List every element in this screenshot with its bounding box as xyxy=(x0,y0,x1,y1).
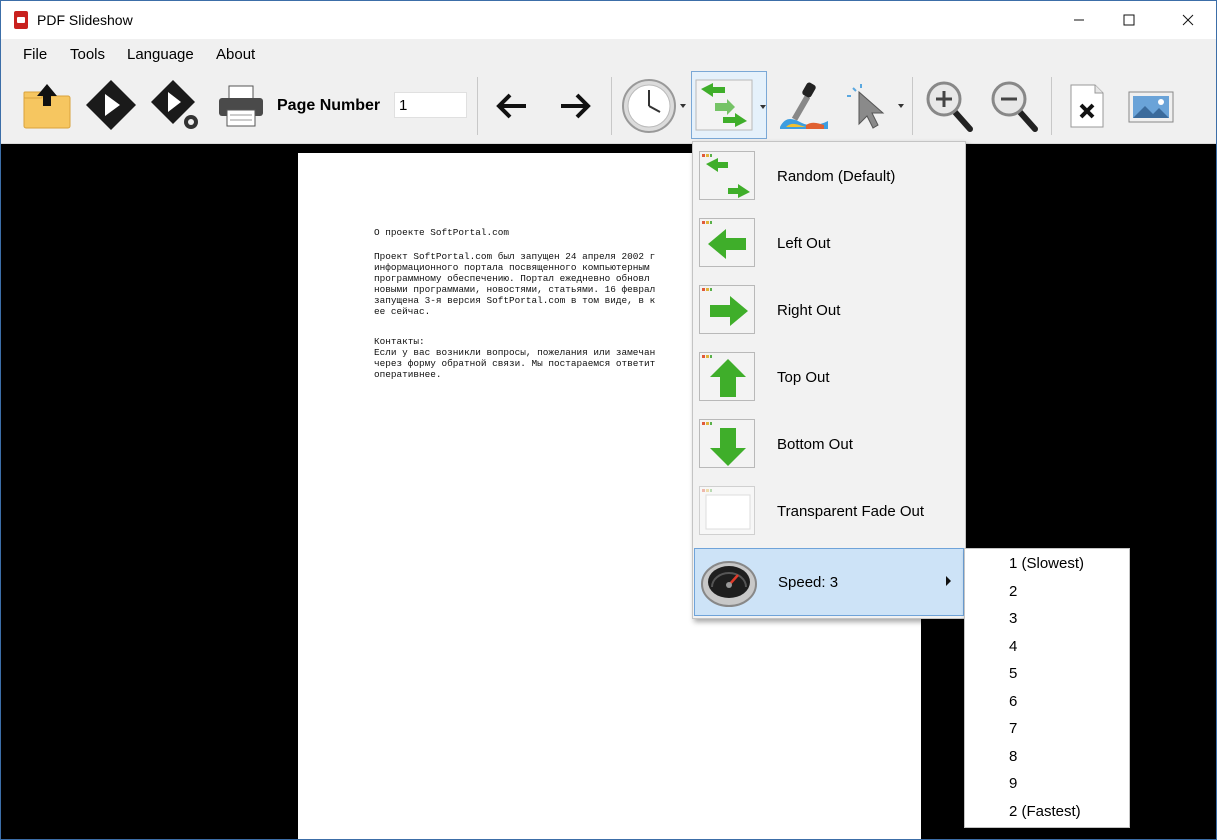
speed-option[interactable]: 4 xyxy=(1009,638,1017,655)
timer-dropdown-icon[interactable] xyxy=(680,104,686,108)
play-settings-button[interactable] xyxy=(151,75,203,137)
page-number-label: Page Number xyxy=(277,97,381,114)
speed-option[interactable]: 2 (Fastest) xyxy=(1009,803,1081,820)
speed-option[interactable]: 8 xyxy=(1009,748,1017,765)
next-page-button[interactable] xyxy=(553,75,597,137)
close-document-button[interactable] xyxy=(1064,75,1110,137)
left-arrow-icon xyxy=(699,218,757,269)
pdf-app-icon xyxy=(14,11,28,29)
paint-dropper-icon xyxy=(780,82,828,129)
zoom-in-button[interactable] xyxy=(923,75,977,137)
transition-button[interactable] xyxy=(691,71,767,139)
play-icon xyxy=(86,80,136,130)
transition-item-right-out[interactable]: Right Out xyxy=(693,277,965,344)
document-line: оперативнее. xyxy=(374,369,442,380)
minimize-button[interactable] xyxy=(1056,1,1102,39)
down-arrow-icon xyxy=(699,419,757,470)
speed-submenu: 1 (Slowest) 2 3 4 5 6 7 8 9 2 (Fastest) xyxy=(964,548,1130,828)
speed-option[interactable]: 7 xyxy=(1009,720,1017,737)
close-document-icon xyxy=(1070,84,1104,128)
speed-option[interactable]: 3 xyxy=(1009,610,1017,627)
speed-option[interactable]: 1 (Slowest) xyxy=(1009,555,1084,572)
transition-label: Random (Default) xyxy=(777,168,896,185)
page-number-input[interactable] xyxy=(394,92,467,118)
submenu-arrow-icon xyxy=(946,576,951,586)
print-button[interactable] xyxy=(214,75,268,137)
random-transition-icon xyxy=(699,151,757,202)
open-file-button[interactable] xyxy=(21,75,73,137)
document-line: ее сейчас. xyxy=(374,306,431,317)
close-icon xyxy=(1182,14,1194,26)
folder-upload-icon xyxy=(23,84,71,129)
close-button[interactable] xyxy=(1165,1,1211,39)
zoom-out-icon xyxy=(991,81,1038,132)
clock-icon xyxy=(622,79,676,133)
zoom-out-button[interactable] xyxy=(988,75,1042,137)
transition-label: Top Out xyxy=(777,369,830,386)
maximize-icon xyxy=(1123,14,1135,26)
transition-item-fade-out[interactable]: Transparent Fade Out xyxy=(693,478,965,545)
previous-page-button[interactable] xyxy=(490,75,534,137)
transition-dropdown-icon xyxy=(760,105,766,109)
zoom-in-icon xyxy=(926,81,973,132)
play-settings-icon xyxy=(151,80,198,129)
minimize-icon xyxy=(1074,19,1084,21)
transition-random-icon xyxy=(695,79,753,131)
window-title: PDF Slideshow xyxy=(37,12,133,28)
toolbar-separator xyxy=(912,77,913,135)
transition-item-left-out[interactable]: Left Out xyxy=(693,210,965,277)
transition-item-bottom-out[interactable]: Bottom Out xyxy=(693,411,965,478)
fade-window-icon xyxy=(699,486,757,537)
speed-option[interactable]: 6 xyxy=(1009,693,1017,710)
play-slideshow-button[interactable] xyxy=(83,75,139,137)
speedometer-icon xyxy=(701,561,757,607)
toolbar: Page Number xyxy=(1,69,1216,144)
pointer-dropdown-icon[interactable] xyxy=(898,104,904,108)
app-window: PDF Slideshow File Tools Language About xyxy=(0,0,1217,840)
toolbar-separator xyxy=(1051,77,1052,135)
cursor-pointer-icon xyxy=(847,84,885,129)
pointer-button[interactable] xyxy=(839,75,895,137)
picture-screen-icon xyxy=(1128,91,1174,123)
menu-file[interactable]: File xyxy=(23,46,47,63)
arrow-right-icon xyxy=(561,93,591,119)
menu-language[interactable]: Language xyxy=(127,46,194,63)
color-picker-button[interactable] xyxy=(776,75,832,137)
arrow-left-icon xyxy=(496,93,526,119)
printer-icon xyxy=(219,85,263,127)
transition-label: Bottom Out xyxy=(777,436,853,453)
document-line: О проекте SoftPortal.com xyxy=(374,227,510,238)
speed-option[interactable]: 9 xyxy=(1009,775,1017,792)
transition-label: Transparent Fade Out xyxy=(777,503,925,520)
transition-menu: Random (Default) Left Out Right Out Top … xyxy=(692,141,966,619)
menu-about[interactable]: About xyxy=(216,46,255,63)
right-arrow-icon xyxy=(699,285,757,336)
speed-menu-item[interactable]: Speed: 3 xyxy=(694,548,964,616)
toolbar-separator xyxy=(611,77,612,135)
maximize-button[interactable] xyxy=(1106,1,1152,39)
toolbar-separator xyxy=(477,77,478,135)
transition-label: Right Out xyxy=(777,302,841,319)
up-arrow-icon xyxy=(699,352,757,403)
fullscreen-button[interactable] xyxy=(1123,75,1179,137)
menu-tools[interactable]: Tools xyxy=(70,46,105,63)
transition-label: Left Out xyxy=(777,235,831,252)
speed-option[interactable]: 2 xyxy=(1009,583,1017,600)
speed-option[interactable]: 5 xyxy=(1009,665,1017,682)
transition-item-random[interactable]: Random (Default) xyxy=(693,143,965,210)
menu-bar: File Tools Language About xyxy=(1,39,1216,69)
timer-button[interactable] xyxy=(619,75,679,137)
transition-item-top-out[interactable]: Top Out xyxy=(693,344,965,411)
title-bar: PDF Slideshow xyxy=(1,1,1216,39)
speed-label: Speed: 3 xyxy=(778,574,839,591)
